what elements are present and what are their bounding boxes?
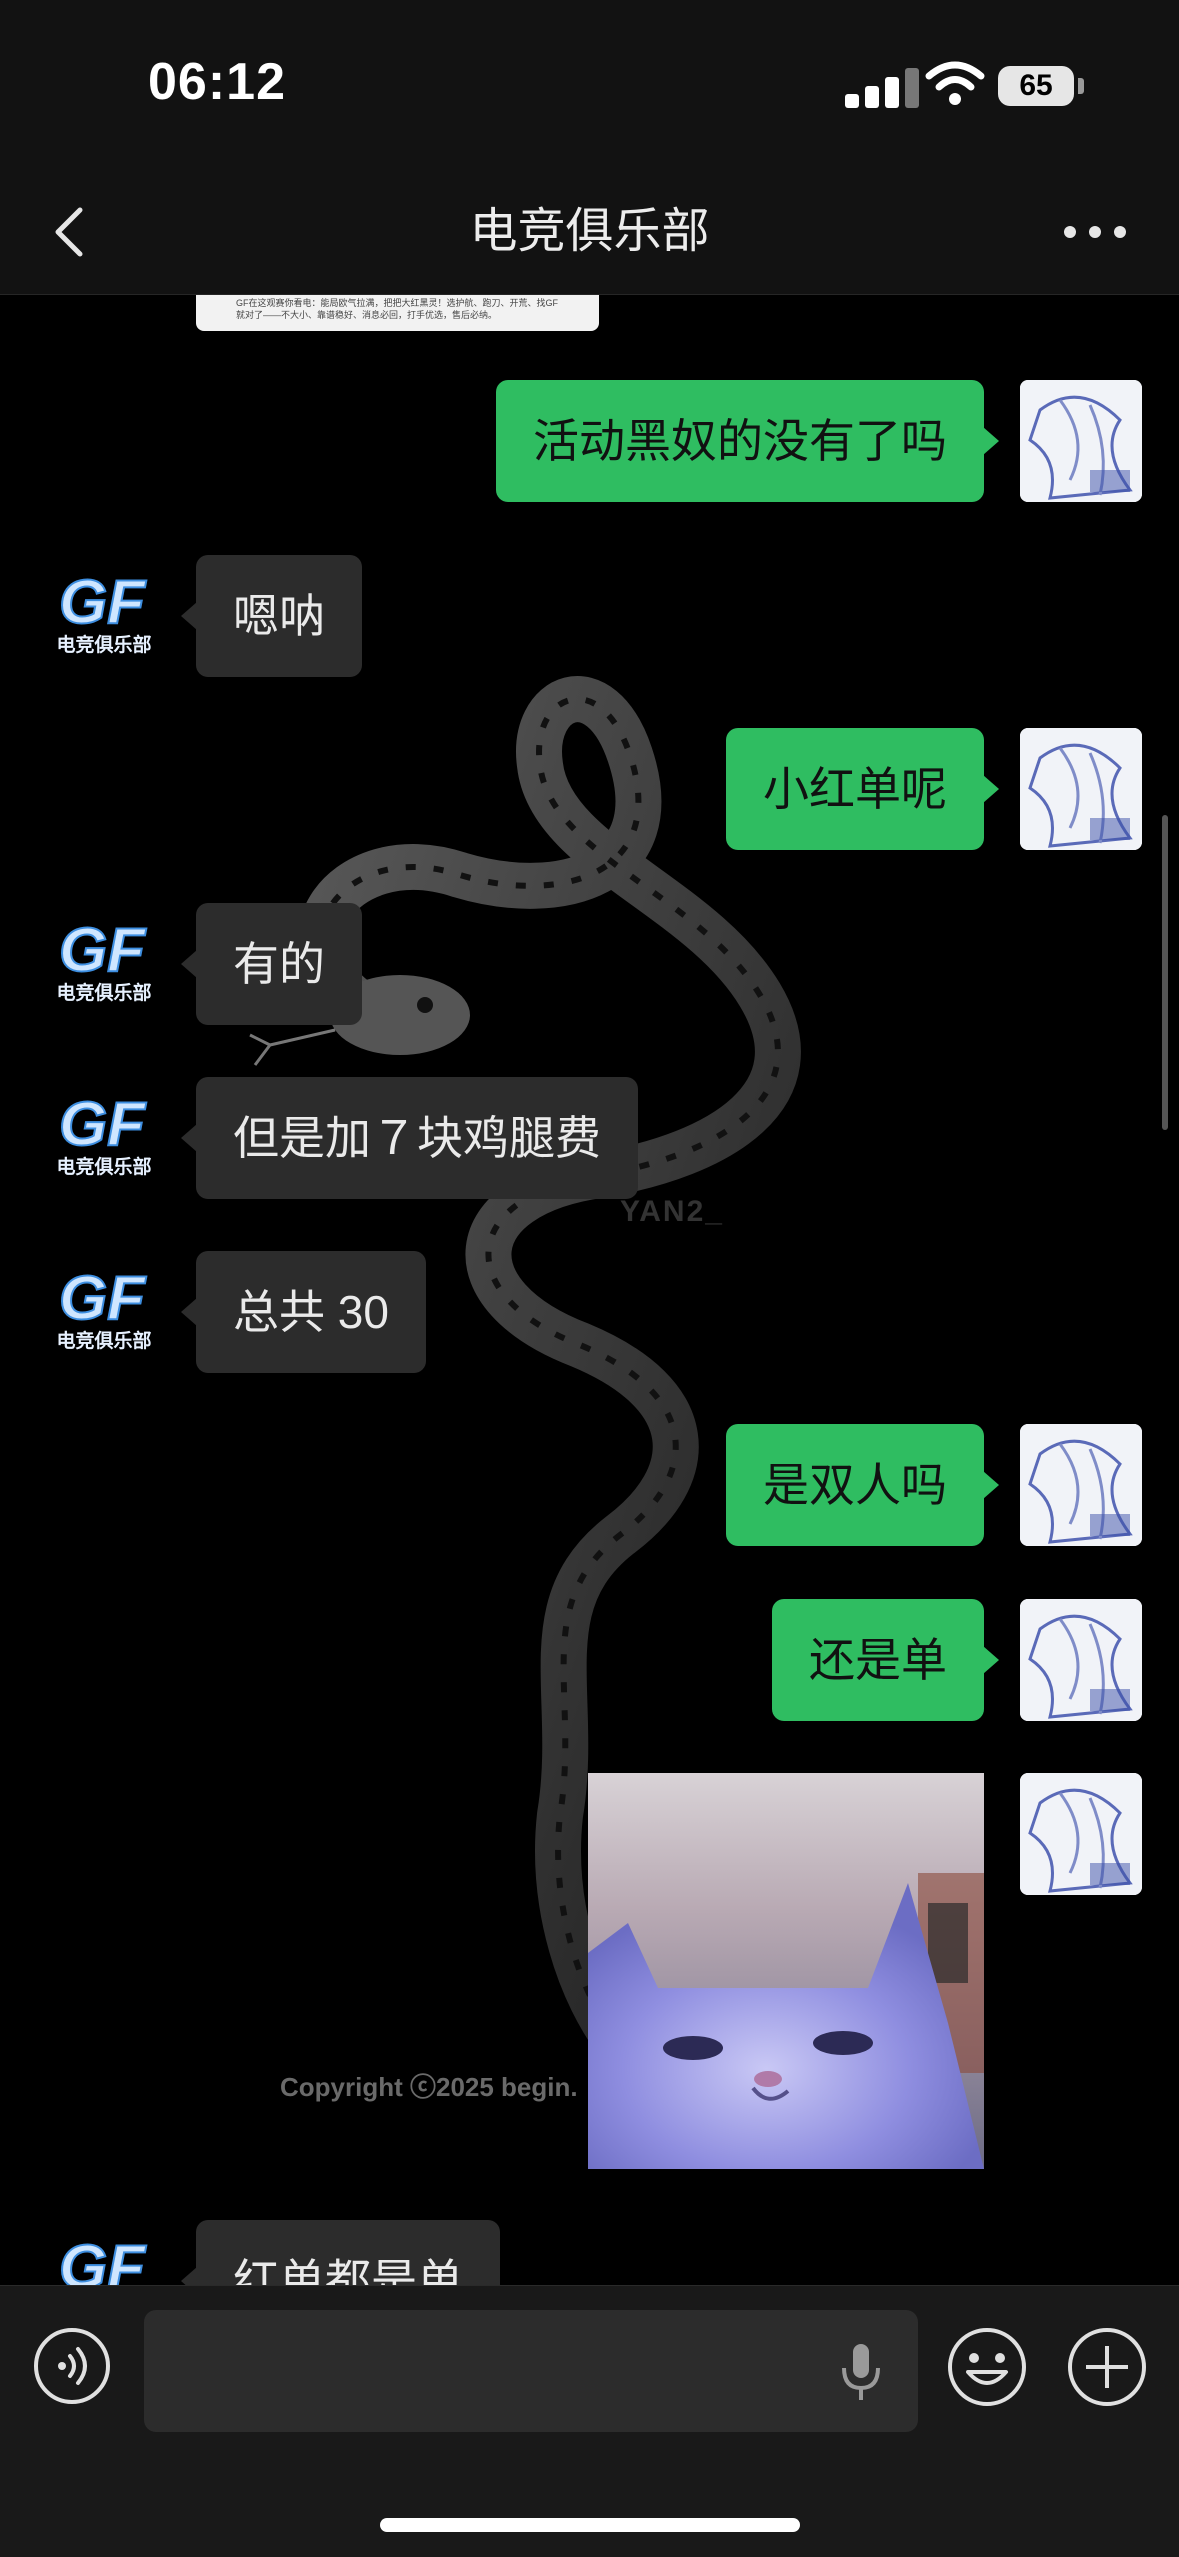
bubble-tail <box>181 2267 197 2285</box>
wallpaper-watermark: Copyright ⓒ2025 begin. <box>280 2072 578 2102</box>
club-logo-letters: GF <box>59 1090 147 1159</box>
my-avatar-image <box>1020 1424 1142 1546</box>
outgoing-message[interactable]: 活动黑奴的没有了吗 <box>496 380 984 502</box>
incoming-message[interactable]: 红单都是单 <box>196 2220 500 2285</box>
club-logo-letters: GF <box>59 2233 147 2285</box>
emoji-icon[interactable] <box>946 2326 1028 2408</box>
microphone-icon[interactable] <box>836 2340 886 2404</box>
outgoing-message[interactable]: 小红单呢 <box>726 728 984 850</box>
club-logo-caption: 电竞俱乐部 <box>56 1155 151 1178</box>
my-avatar-image <box>1020 380 1142 502</box>
chat-header: 电竞俱乐部 <box>0 170 1179 295</box>
message-input[interactable] <box>144 2310 918 2432</box>
my-avatar[interactable] <box>1020 380 1142 502</box>
club-logo-caption: 电竞俱乐部 <box>56 1329 151 1352</box>
battery-icon: 65 <box>998 66 1074 106</box>
input-bar <box>0 2285 1179 2557</box>
cat-photo-image <box>588 1773 984 2169</box>
chat-scrollbar[interactable] <box>1162 815 1168 1130</box>
club-avatar[interactable]: GF 电竞俱乐部 <box>44 1251 166 1373</box>
club-logo-letters: GF <box>59 568 147 637</box>
status-time: 06:12 <box>148 53 286 111</box>
bubble-tail <box>983 1646 999 1674</box>
bubble-tail <box>983 1471 999 1499</box>
chat-area[interactable]: YAN2_ Copyright ⓒ2025 begin. GF在这观赛你看电：能… <box>0 295 1179 2285</box>
more-dots-icon[interactable] <box>1060 206 1130 258</box>
bubble-tail <box>983 427 999 455</box>
wallpaper-tag: YAN2_ <box>620 1195 724 1228</box>
my-avatar[interactable] <box>1020 728 1142 850</box>
my-avatar-image <box>1020 1599 1142 1721</box>
club-logo-letters: GF <box>59 1264 147 1333</box>
club-avatar[interactable]: GF 电竞俱乐部 <box>44 1077 166 1199</box>
outgoing-message[interactable]: 还是单 <box>772 1599 984 1721</box>
club-logo-caption: 电竞俱乐部 <box>56 633 151 656</box>
cat-photo-message[interactable] <box>588 1773 984 2169</box>
club-avatar[interactable]: GF 电竞俱乐部 <box>44 555 166 677</box>
outgoing-message[interactable]: 是双人吗 <box>726 1424 984 1546</box>
status-bar: 06:12 65 <box>0 0 1179 170</box>
my-avatar[interactable] <box>1020 1599 1142 1721</box>
my-avatar[interactable] <box>1020 1424 1142 1546</box>
battery-level: 65 <box>1019 69 1053 102</box>
club-logo-letters: GF <box>59 916 147 985</box>
incoming-message[interactable]: 有的 <box>196 903 362 1025</box>
plus-icon[interactable] <box>1066 2326 1148 2408</box>
shared-card[interactable]: GF在这观赛你看电：能局欧气拉满，把把大红黑灵！选护航、跑刀、开荒、找GF就对了… <box>196 295 599 331</box>
wifi-icon <box>925 61 985 105</box>
incoming-message[interactable]: 但是加７块鸡腿费 <box>196 1077 638 1199</box>
club-logo-caption: 电竞俱乐部 <box>56 981 151 1004</box>
bubble-tail <box>983 775 999 803</box>
shared-card-text: GF在这观赛你看电：能局欧气拉满，把把大红黑灵！选护航、跑刀、开荒、找GF就对了… <box>236 298 558 320</box>
club-logo-icon: GF 电竞俱乐部 <box>58 2232 148 2285</box>
club-avatar[interactable]: GF 电竞俱乐部 <box>44 903 166 1025</box>
club-logo-icon: GF 电竞俱乐部 <box>56 1263 151 1352</box>
incoming-message[interactable]: 嗯呐 <box>196 555 362 677</box>
my-avatar-image <box>1020 1773 1142 1895</box>
bubble-tail <box>181 602 197 630</box>
club-logo-icon: GF 电竞俱乐部 <box>56 915 151 1004</box>
my-avatar-image <box>1020 728 1142 850</box>
incoming-message[interactable]: 总共 30 <box>196 1251 426 1373</box>
chat-title[interactable]: 电竞俱乐部 <box>0 200 1179 264</box>
my-avatar[interactable] <box>1020 1773 1142 1895</box>
bubble-tail <box>181 1298 197 1326</box>
club-logo-icon: GF 电竞俱乐部 <box>56 1089 151 1178</box>
voice-icon[interactable] <box>32 2326 112 2406</box>
club-logo-icon: GF 电竞俱乐部 <box>56 567 151 656</box>
battery-nub <box>1078 78 1084 94</box>
bubble-tail <box>181 1124 197 1152</box>
cellular-signal-icon <box>845 66 925 108</box>
bubble-tail <box>181 950 197 978</box>
home-indicator[interactable] <box>380 2518 800 2532</box>
club-avatar[interactable]: GF 电竞俱乐部 <box>44 2220 166 2285</box>
